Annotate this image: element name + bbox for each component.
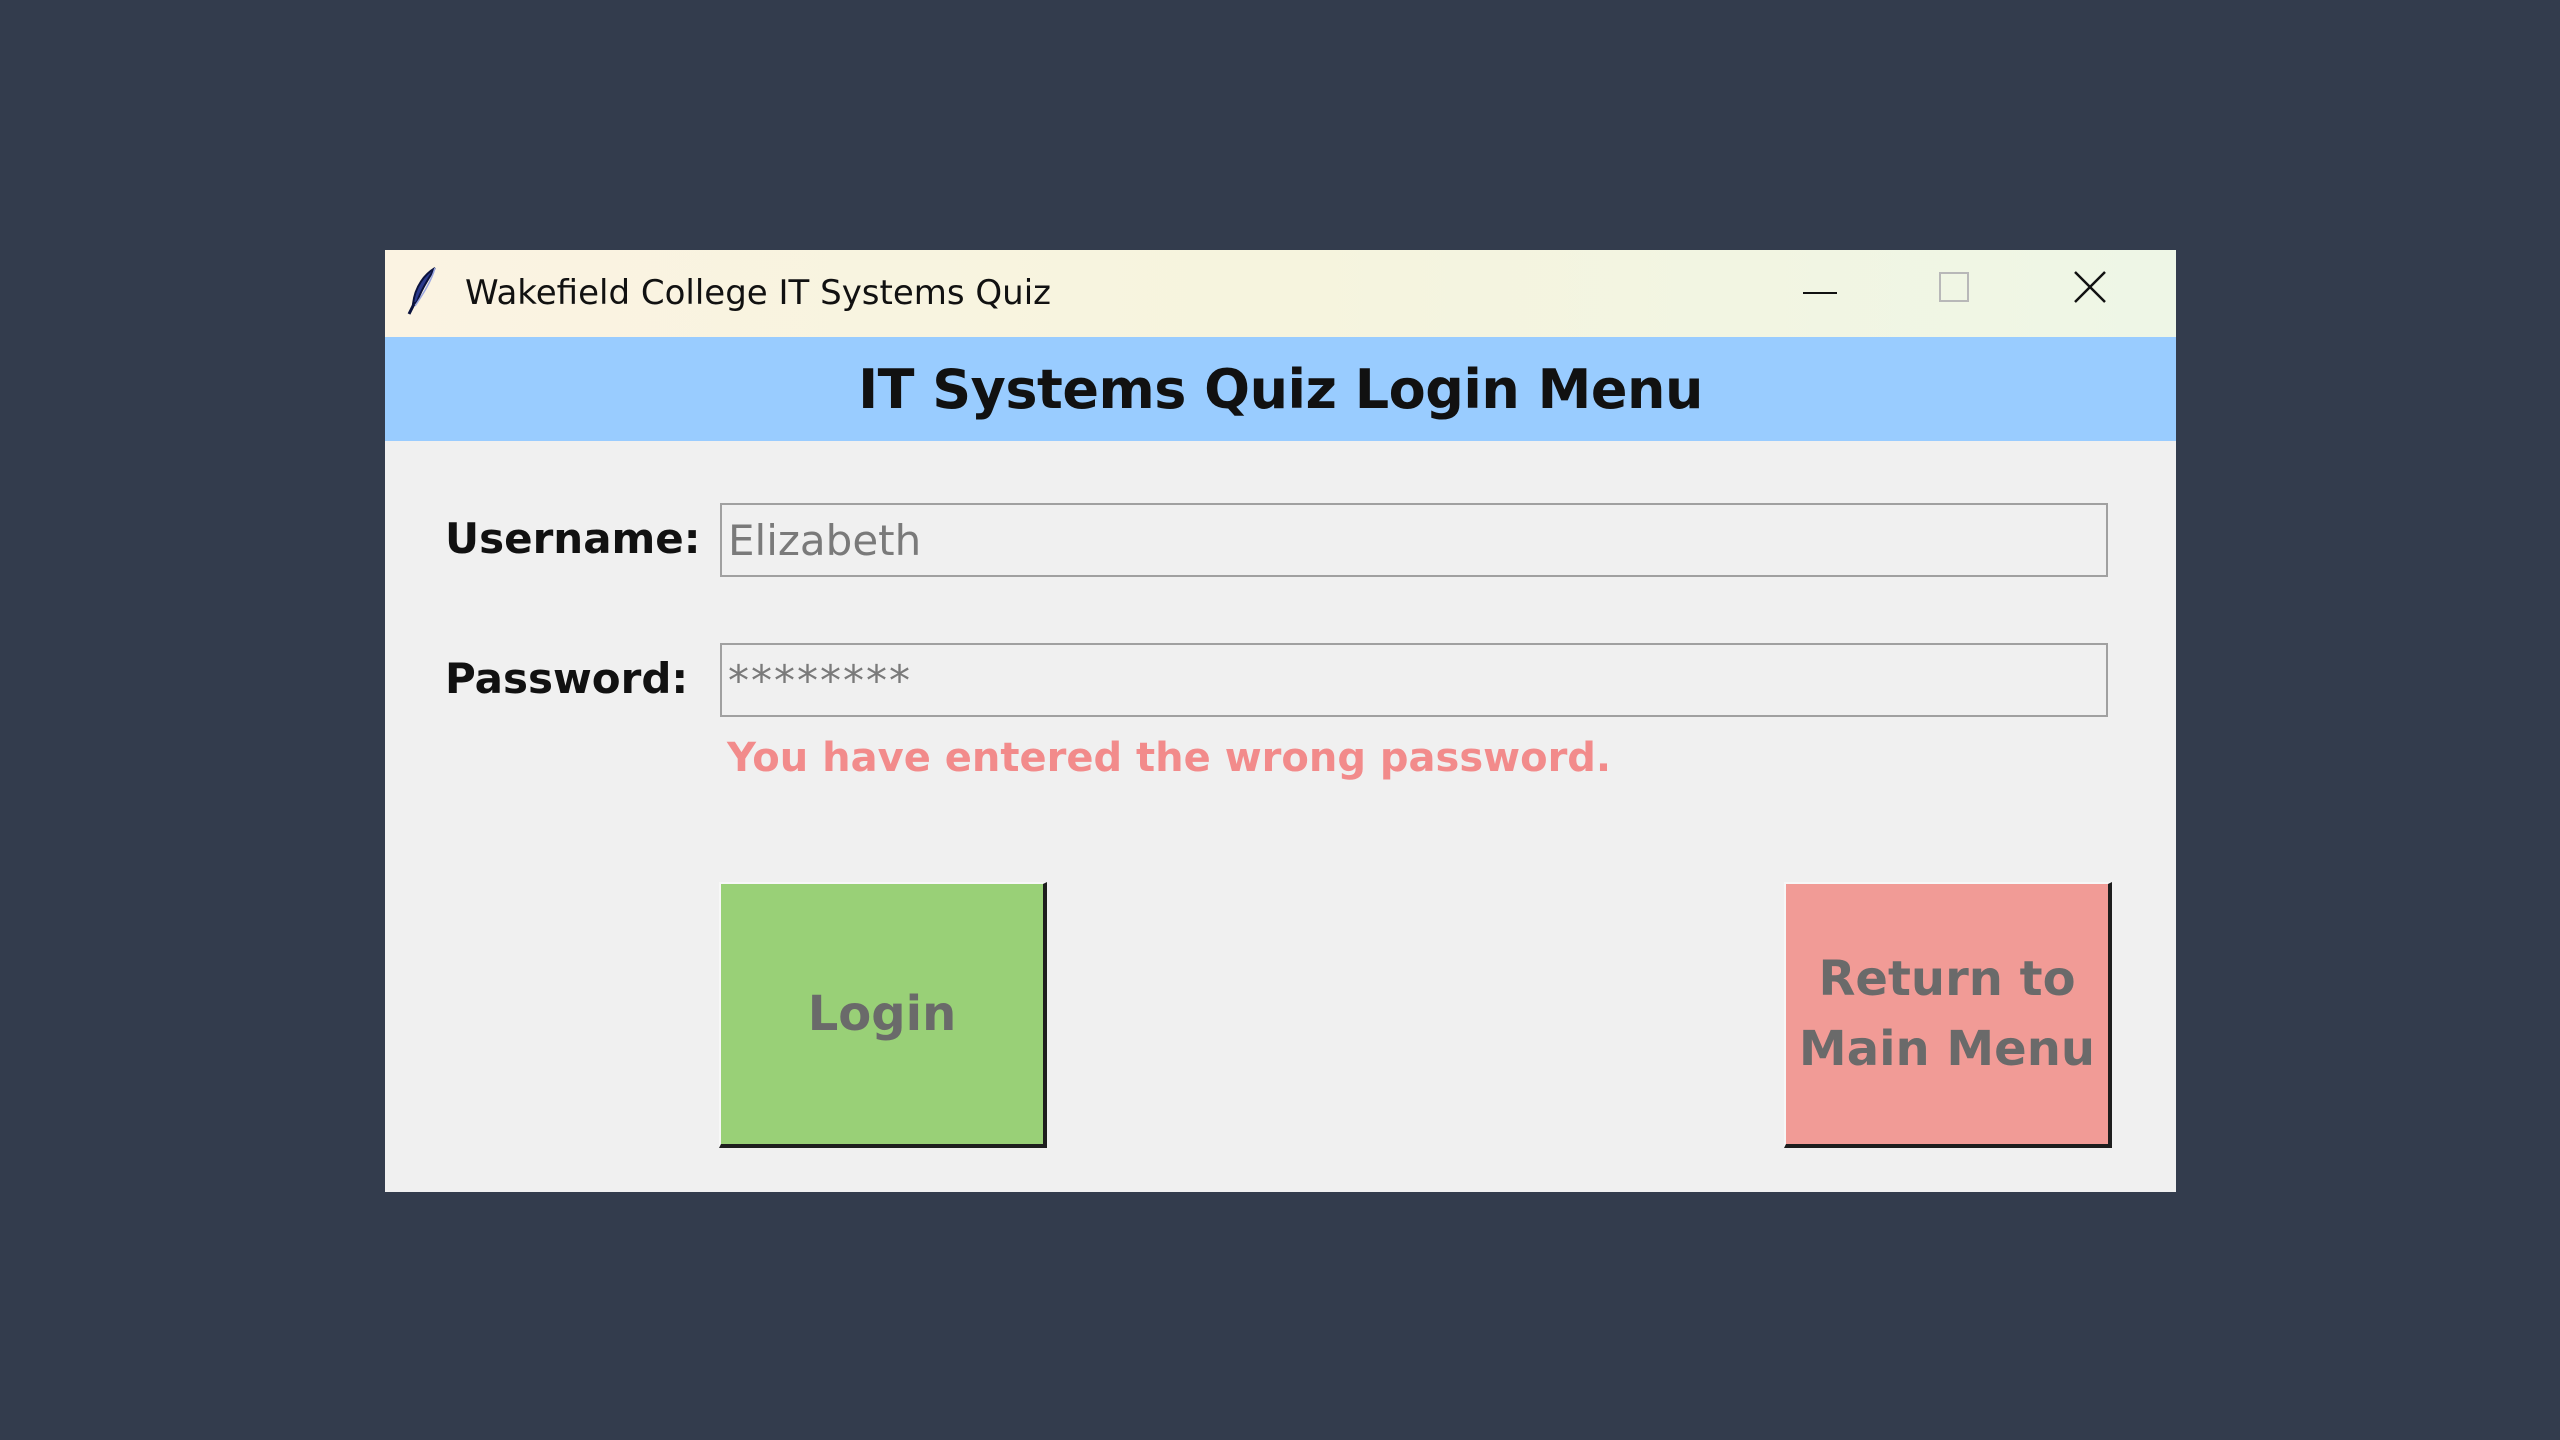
close-button[interactable] [2021,250,2158,328]
close-icon [2073,271,2106,307]
maximize-icon [1938,272,1969,306]
page-title: IT Systems Quiz Login Menu [858,357,1703,421]
title-bar[interactable]: Wakefield College IT Systems Quiz [385,250,2176,337]
password-label: Password: [445,654,689,703]
minimize-icon [1802,280,1837,299]
maximize-button[interactable] [1885,250,2022,328]
password-field[interactable] [720,643,2108,717]
header-banner: IT Systems Quiz Login Menu [385,337,2176,441]
login-button-label: Login [807,986,957,1042]
login-button[interactable]: Login [719,882,1047,1148]
return-to-main-menu-button[interactable]: Return to Main Menu [1784,882,2112,1148]
username-field[interactable] [720,503,2108,577]
minimize-button[interactable] [1751,250,1888,328]
username-label: Username: [445,514,701,563]
quiz-window: Wakefield College IT Systems Quiz IT Sys… [385,250,2176,1192]
window-title: Wakefield College IT Systems Quiz [465,273,1052,313]
return-button-label: Return to Main Menu [1798,951,2096,1077]
feather-icon [405,266,445,316]
error-message: You have entered the wrong password. [727,735,1612,781]
